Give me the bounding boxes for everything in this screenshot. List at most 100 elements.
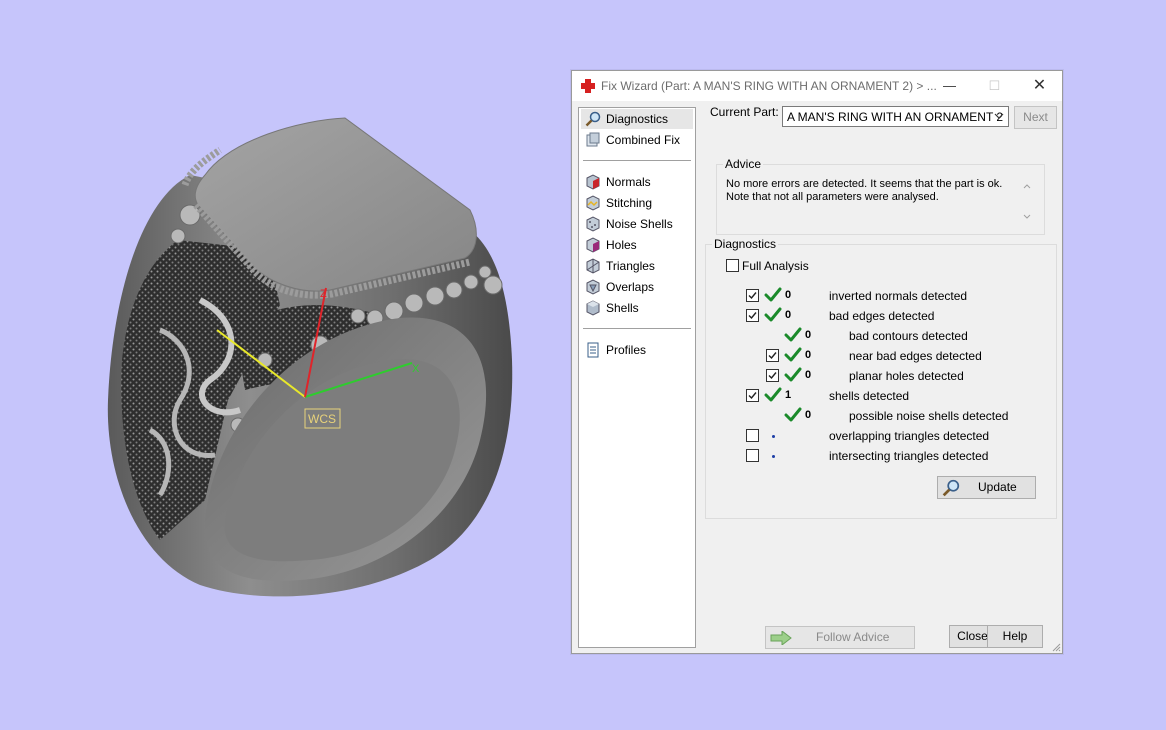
follow-advice-button[interactable]: Follow Advice: [765, 626, 915, 649]
diagnostic-checkbox[interactable]: [746, 429, 759, 442]
full-analysis-checkbox[interactable]: [726, 259, 739, 272]
magnifier-icon: [942, 479, 960, 497]
update-label: Update: [978, 480, 1017, 494]
wizard-nav-panel: Diagnostics Combined Fix Normals Stitchi…: [578, 107, 696, 648]
green-check-icon: [784, 407, 802, 422]
title-bar[interactable]: Fix Wizard (Part: A MAN'S RING WITH AN O…: [572, 71, 1062, 101]
combined-fix-icon: [586, 132, 600, 147]
diagnostic-checkbox[interactable]: [766, 349, 779, 362]
checkmark-icon: [748, 392, 757, 400]
green-check-icon: [764, 387, 782, 402]
nav-item-normals[interactable]: Normals: [585, 172, 691, 192]
x-axis-label: X: [412, 363, 420, 375]
checkmark-icon: [748, 292, 757, 300]
nav-item-label: Profiles: [606, 343, 647, 357]
noise-shells-cube-icon: [586, 216, 600, 232]
nav-item-label: Holes: [606, 238, 637, 252]
nav-item-combined-fix[interactable]: Combined Fix: [585, 130, 691, 150]
diagnostic-checkbox[interactable]: [746, 449, 759, 462]
nav-item-overlaps[interactable]: Overlaps: [585, 277, 691, 297]
nav-separator: [583, 160, 691, 161]
triangles-cube-icon: [586, 258, 600, 274]
diagnostic-label: inverted normals detected: [829, 289, 968, 303]
wcs-label: WCS: [308, 412, 336, 426]
resize-grip-icon[interactable]: [1051, 642, 1061, 652]
diagnostic-label: shells detected: [829, 389, 910, 403]
full-analysis-label[interactable]: Full Analysis: [742, 259, 809, 273]
current-part-dropdown[interactable]: A MAN'S RING WITH AN ORNAMENT 2: [782, 106, 1009, 127]
diagnostic-count: 0: [785, 309, 792, 321]
maximize-button[interactable]: ☐: [972, 71, 1017, 101]
diagnostic-label: bad contours detected: [849, 329, 968, 343]
ring-model[interactable]: X Z WCS: [0, 0, 570, 730]
green-check-icon: [764, 307, 782, 322]
shells-cube-icon: [586, 300, 600, 316]
current-part-label: Current Part:: [710, 105, 779, 119]
diagnostic-label: near bad edges detected: [849, 349, 982, 363]
diagnostic-label: planar holes detected: [849, 369, 964, 383]
stitching-cube-icon: [586, 195, 600, 211]
diagnostic-label: bad edges detected: [829, 309, 935, 323]
diagnostic-count: 0: [805, 329, 812, 341]
diagnostic-count: 0: [785, 289, 792, 301]
scroll-up-icon[interactable]: [1023, 184, 1031, 189]
nav-item-noise-shells[interactable]: Noise Shells: [585, 214, 691, 234]
red-cross-app-icon: [581, 79, 595, 93]
nav-item-triangles[interactable]: Triangles: [585, 256, 691, 276]
nav-item-label: Triangles: [606, 259, 655, 273]
diagnostic-label: overlapping triangles detected: [829, 429, 990, 443]
advice-scrollbar[interactable]: [1019, 177, 1035, 225]
z-axis-label: Z: [320, 288, 327, 300]
fix-wizard-dialog: Fix Wizard (Part: A MAN'S RING WITH AN O…: [571, 70, 1063, 654]
overlaps-cube-icon: [586, 279, 600, 295]
normals-cube-icon: [586, 174, 600, 190]
arrow-right-icon: [770, 631, 792, 645]
checkmark-icon: [748, 312, 757, 320]
current-part-value: A MAN'S RING WITH AN ORNAMENT 2: [787, 110, 1004, 124]
chevron-down-icon: [994, 113, 1004, 119]
follow-advice-label: Follow Advice: [816, 630, 890, 644]
diagnostic-count: 0: [805, 349, 812, 361]
nav-item-label: Diagnostics: [606, 112, 669, 126]
nav-item-holes[interactable]: Holes: [585, 235, 691, 255]
diagnostic-label: possible noise shells detected: [849, 409, 1009, 423]
scroll-down-icon[interactable]: [1023, 214, 1031, 219]
diagnostic-checkbox[interactable]: [766, 369, 779, 382]
nav-item-label: Noise Shells: [606, 217, 673, 231]
green-check-icon: [784, 347, 802, 362]
nav-item-diagnostics[interactable]: Diagnostics: [581, 109, 693, 129]
checkmark-icon: [768, 352, 777, 360]
advice-text: No more errors are detected. It seems th…: [726, 178, 1003, 203]
nav-item-label: Normals: [606, 175, 651, 189]
next-button[interactable]: Next: [1014, 106, 1057, 129]
nav-item-label: Combined Fix: [606, 133, 681, 147]
nav-item-profiles[interactable]: Profiles: [585, 340, 691, 360]
profiles-document-icon: [587, 342, 599, 358]
nav-item-stitching[interactable]: Stitching: [585, 193, 691, 213]
green-check-icon: [764, 287, 782, 302]
3d-viewport[interactable]: X Z WCS: [0, 0, 570, 730]
checkmark-icon: [768, 372, 777, 380]
not-analysed-dot-icon: [772, 435, 775, 438]
diagnostic-count: 0: [805, 409, 812, 421]
window-title: Fix Wizard (Part: A MAN'S RING WITH AN O…: [601, 79, 937, 93]
diagnostic-count: 1: [785, 389, 792, 401]
diagnostic-checkbox[interactable]: [746, 289, 759, 302]
close-window-button[interactable]: ✕: [1017, 71, 1062, 101]
nav-separator: [583, 328, 691, 329]
green-check-icon: [784, 367, 802, 382]
diagnostic-checkbox[interactable]: [746, 309, 759, 322]
nav-item-label: Shells: [606, 301, 639, 315]
magnifier-icon: [585, 111, 601, 127]
green-check-icon: [784, 327, 802, 342]
diagnostics-legend: Diagnostics: [714, 237, 777, 251]
minimize-button[interactable]: —: [927, 71, 972, 101]
diagnostic-checkbox[interactable]: [746, 389, 759, 402]
help-button[interactable]: Help: [987, 625, 1043, 648]
nav-item-label: Overlaps: [606, 280, 655, 294]
nav-item-shells[interactable]: Shells: [585, 298, 691, 318]
update-button[interactable]: Update: [937, 476, 1036, 499]
diagnostic-count: 0: [805, 369, 812, 381]
not-analysed-dot-icon: [772, 455, 775, 458]
diagnostic-label: intersecting triangles detected: [829, 449, 989, 463]
